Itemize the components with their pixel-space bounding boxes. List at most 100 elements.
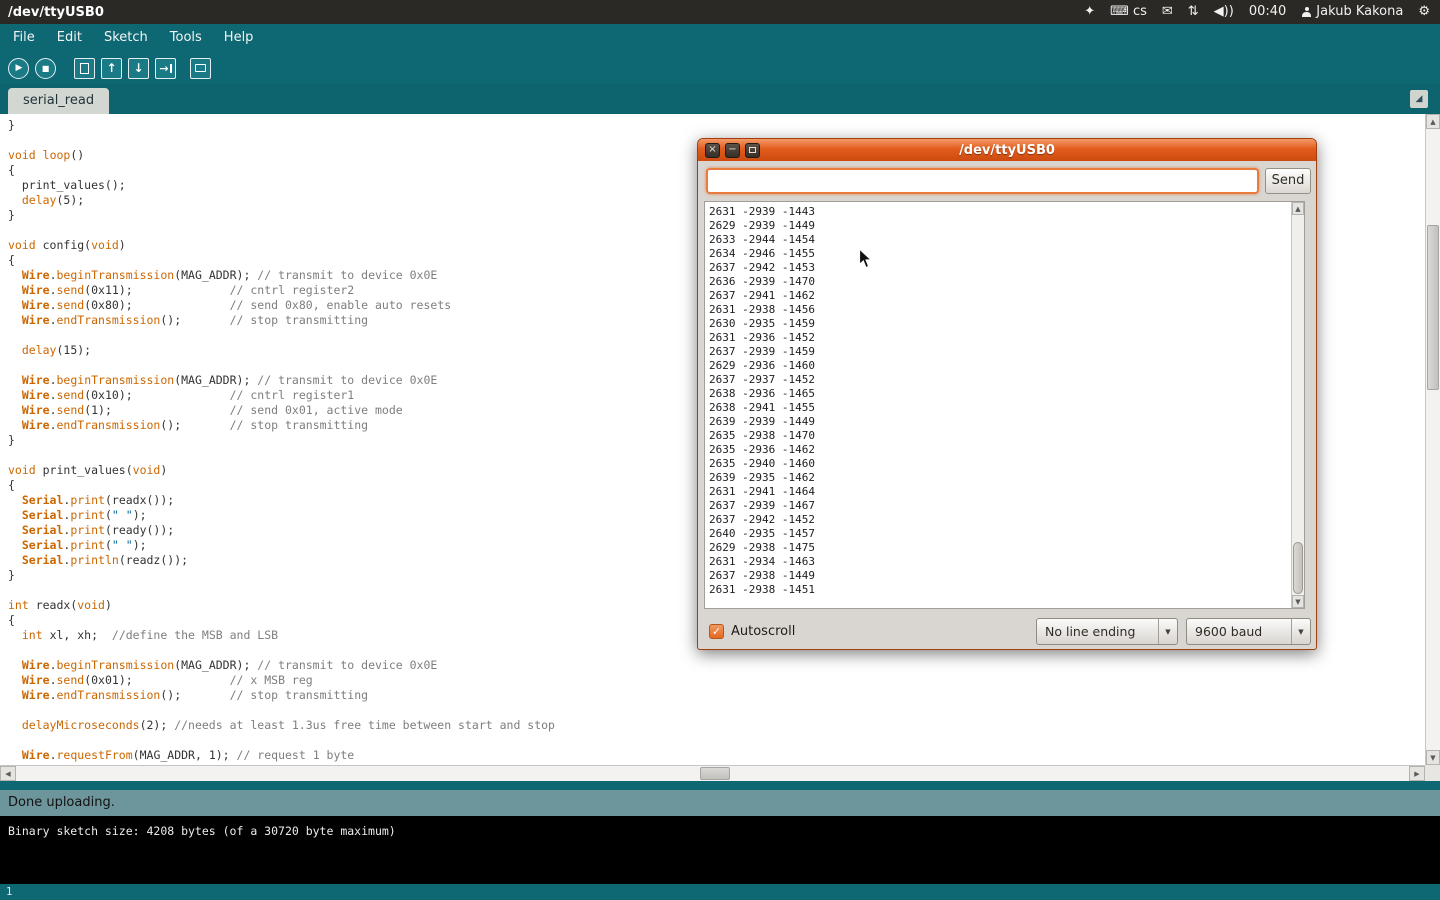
close-button[interactable]: × (705, 143, 720, 158)
system-tray: ✦ ⌨ cs ✉ ⇅ ◀)) 00:40 Jakub Kakona ⚙ (1084, 0, 1440, 24)
serial-monitor-window: × − /dev/ttyUSB0 Send 2631 -2939 -144326… (697, 138, 1317, 650)
mail-icon[interactable]: ✉ (1162, 0, 1173, 24)
new-sketch-button[interactable] (74, 58, 95, 79)
editor-vscroll-thumb[interactable] (1427, 225, 1439, 390)
up-arrow-icon: ↑ (106, 61, 116, 75)
serial-line: 2637 -2941 -1462 (709, 289, 1291, 303)
serial-line: 2630 -2935 -1459 (709, 317, 1291, 331)
serial-monitor-title: /dev/ttyUSB0 (698, 143, 1316, 158)
window-title: /dev/ttyUSB0 (0, 5, 104, 20)
editor-vscrollbar[interactable]: ▲ ▼ (1425, 114, 1440, 765)
serial-line: 2635 -2938 -1470 (709, 429, 1291, 443)
down-arrow-icon: ↓ (133, 61, 143, 75)
serial-monitor-icon (195, 64, 206, 72)
console-output: Binary sketch size: 4208 bytes (of a 307… (0, 816, 1440, 884)
serial-output[interactable]: 2631 -2939 -14432629 -2939 -14492633 -29… (705, 202, 1291, 608)
keyboard-layout-label: cs (1133, 0, 1147, 24)
scroll-left-arrow-icon[interactable]: ◀ (0, 766, 16, 781)
serial-line: 2629 -2938 -1475 (709, 541, 1291, 555)
serial-line: 2633 -2944 -1454 (709, 233, 1291, 247)
user-menu[interactable]: Jakub Kakona (1301, 0, 1403, 24)
serial-output-panel: 2631 -2939 -14432629 -2939 -14492633 -29… (704, 201, 1305, 609)
serial-line: 2631 -2934 -1463 (709, 555, 1291, 569)
serial-line: 2635 -2940 -1460 (709, 457, 1291, 471)
serial-line: 2631 -2936 -1452 (709, 331, 1291, 345)
scrollbar-corner (1425, 765, 1440, 781)
serial-line: 2631 -2938 -1456 (709, 303, 1291, 317)
serial-line: 2639 -2939 -1449 (709, 415, 1291, 429)
serial-line: 2635 -2936 -1462 (709, 443, 1291, 457)
serial-vscrollbar[interactable]: ▲ ▼ (1291, 202, 1304, 608)
serial-input[interactable] (706, 168, 1259, 194)
save-button[interactable]: ↓ (128, 58, 149, 79)
menu-bar: File Edit Sketch Tools Help (0, 24, 1440, 52)
serial-line: 2637 -2942 -1452 (709, 513, 1291, 527)
line-ending-select[interactable]: No line ending ▼ (1036, 618, 1178, 645)
serial-line: 2631 -2938 -1451 (709, 583, 1291, 597)
code-line: Wire.beginTransmission(MAG_ADDR); // tra… (8, 658, 1425, 673)
new-document-icon (80, 63, 89, 74)
menu-edit[interactable]: Edit (46, 24, 93, 52)
code-line (8, 703, 1425, 718)
serial-monitor-titlebar[interactable]: × − /dev/ttyUSB0 (698, 139, 1316, 161)
maximize-icon (749, 147, 756, 153)
system-top-bar: /dev/ttyUSB0 ✦ ⌨ cs ✉ ⇅ ◀)) 00:40 Jakub … (0, 0, 1440, 24)
serial-line: 2638 -2936 -1465 (709, 387, 1291, 401)
clock[interactable]: 00:40 (1249, 0, 1286, 24)
serial-line: 2631 -2939 -1443 (709, 205, 1291, 219)
editor-hscroll-thumb[interactable] (700, 767, 730, 780)
serial-monitor-button[interactable] (190, 58, 211, 79)
code-line: } (8, 118, 1425, 133)
serial-line: 2629 -2936 -1460 (709, 359, 1291, 373)
serial-line: 2636 -2939 -1470 (709, 275, 1291, 289)
code-line: delayMicroseconds(2); //needs at least 1… (8, 718, 1425, 733)
minimize-button[interactable]: − (725, 143, 740, 158)
serial-scroll-down-icon[interactable]: ▼ (1292, 595, 1304, 608)
menu-file[interactable]: File (2, 24, 46, 52)
send-button[interactable]: Send (1265, 168, 1311, 194)
chevron-down-icon: ▼ (1158, 619, 1177, 644)
keyboard-icon: ⌨ (1110, 0, 1129, 24)
baud-select[interactable]: 9600 baud ▼ (1186, 618, 1311, 645)
stop-button[interactable]: ■ (35, 58, 56, 79)
baud-value: 9600 baud (1187, 624, 1291, 639)
line-ending-value: No line ending (1037, 624, 1158, 639)
volume-icon[interactable]: ◀)) (1214, 0, 1234, 24)
verify-button[interactable]: ▶ (8, 58, 29, 79)
stop-icon: ■ (42, 64, 50, 73)
window-buttons: × − (698, 143, 760, 158)
upload-button[interactable]: → (155, 58, 176, 79)
editor-hscrollbar[interactable]: ◀ ▶ (0, 765, 1425, 781)
serial-line: 2637 -2939 -1467 (709, 499, 1291, 513)
menu-sketch[interactable]: Sketch (93, 24, 159, 52)
mouse-cursor (858, 248, 873, 274)
scroll-right-arrow-icon[interactable]: ▶ (1409, 766, 1425, 781)
user-name: Jakub Kakona (1316, 0, 1403, 24)
play-icon: ▶ (16, 63, 23, 73)
session-gear-icon[interactable]: ⚙ (1418, 0, 1430, 24)
serial-vscroll-thumb[interactable] (1293, 542, 1303, 594)
indicator-applet-icon[interactable]: ✦ (1084, 0, 1095, 24)
serial-line: 2637 -2939 -1459 (709, 345, 1291, 359)
tab-menu-button[interactable]: ◢ (1410, 90, 1428, 108)
serial-line: 2637 -2942 -1453 (709, 261, 1291, 275)
code-line: Wire.endTransmission(); // stop transmit… (8, 688, 1425, 703)
sync-arrows-icon[interactable]: ⇅ (1188, 0, 1199, 24)
serial-line: 2640 -2935 -1457 (709, 527, 1291, 541)
open-button[interactable]: ↑ (101, 58, 122, 79)
splitter-sash[interactable] (0, 781, 1440, 790)
chevron-down-icon: ▼ (1291, 619, 1310, 644)
code-line: Wire.send(0x01); // x MSB reg (8, 673, 1425, 688)
tab-serial-read[interactable]: serial_read (8, 88, 109, 114)
keyboard-layout-indicator[interactable]: ⌨ cs (1110, 0, 1147, 24)
autoscroll-checkbox[interactable] (709, 624, 724, 639)
code-line: Wire.requestFrom(MAG_ADDR, 1); // reques… (8, 748, 1425, 763)
maximize-button[interactable] (745, 143, 760, 158)
arduino-ide-screen: /dev/ttyUSB0 ✦ ⌨ cs ✉ ⇅ ◀)) 00:40 Jakub … (0, 0, 1440, 900)
serial-scroll-up-icon[interactable]: ▲ (1292, 202, 1304, 215)
scroll-down-arrow-icon[interactable]: ▼ (1426, 750, 1440, 765)
menu-tools[interactable]: Tools (159, 24, 213, 52)
code-line (8, 733, 1425, 748)
menu-help[interactable]: Help (213, 24, 265, 52)
scroll-up-arrow-icon[interactable]: ▲ (1426, 114, 1440, 129)
